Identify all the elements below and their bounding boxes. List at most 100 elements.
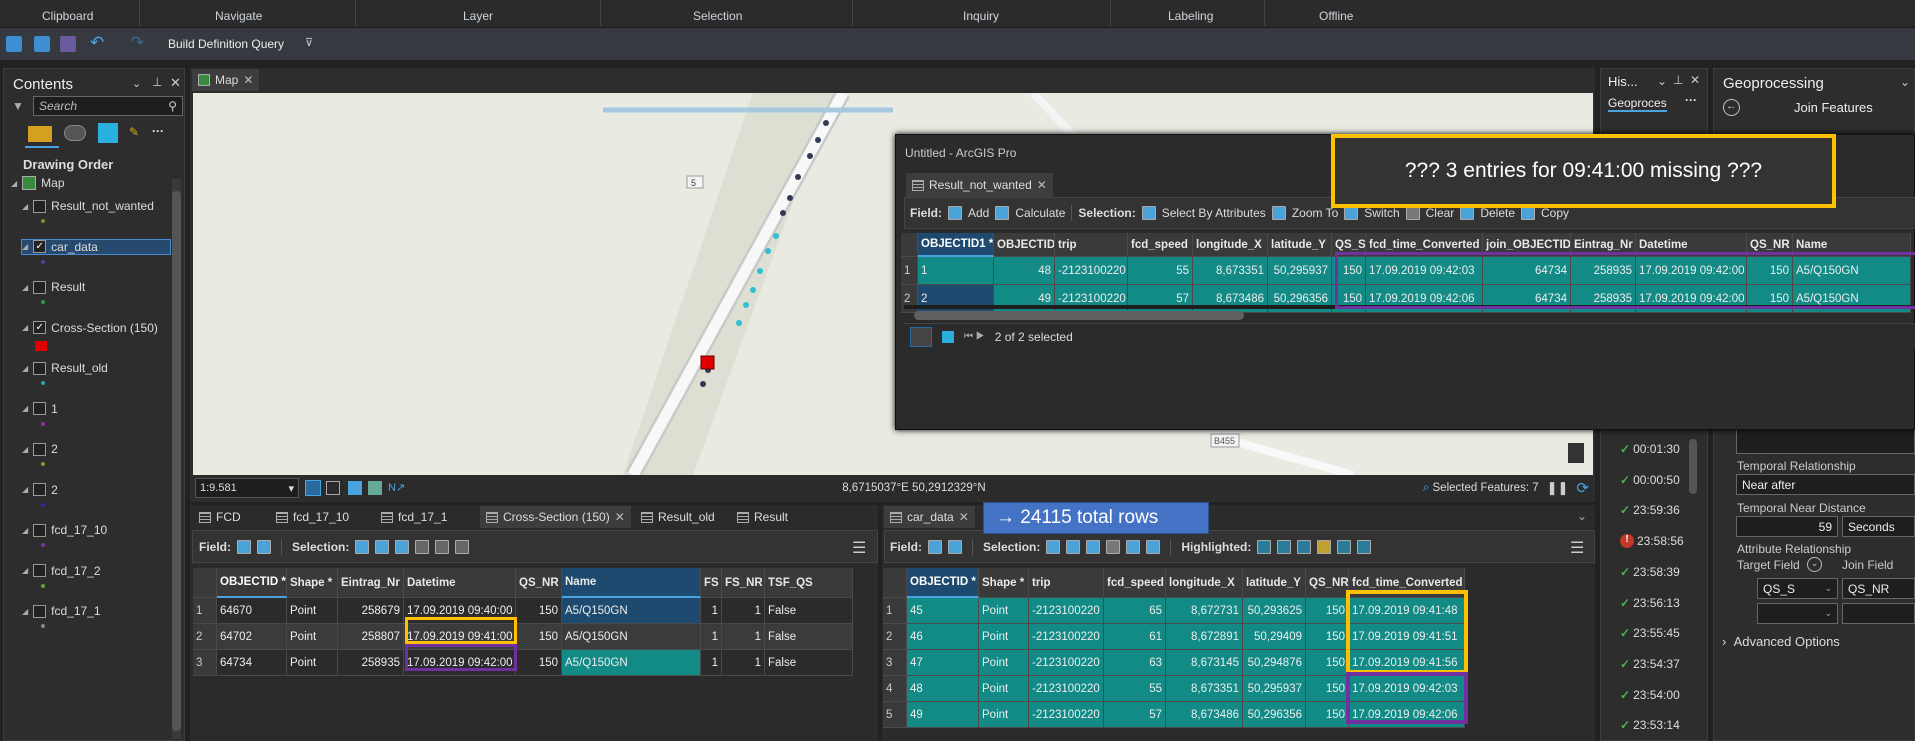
layer-visibility-checkbox[interactable] <box>33 564 47 577</box>
table-cell[interactable]: 1 <box>701 598 722 624</box>
chevron-down-icon[interactable]: ⌄ <box>1807 557 1822 572</box>
open-project-icon[interactable] <box>34 36 50 52</box>
undo-icon[interactable]: ↶ <box>90 33 104 53</box>
table-cell[interactable]: 64670 <box>217 598 287 624</box>
row-number[interactable]: 1 <box>193 598 217 624</box>
temporal-relationship-select[interactable]: Near after <box>1736 474 1915 495</box>
options-icon[interactable]: ⌄ <box>1900 75 1910 89</box>
table-cell[interactable]: 50,295937 <box>1268 257 1332 285</box>
history-entry[interactable]: ✓ 00:00:50 <box>1620 473 1680 487</box>
table-cell[interactable]: 55 <box>1104 676 1166 702</box>
correction-icon[interactable] <box>368 480 382 495</box>
expand-icon[interactable]: ◢ <box>11 179 17 188</box>
row-number[interactable]: 5 <box>883 702 907 728</box>
calculate-button[interactable]: Calculate <box>1015 206 1065 220</box>
unhighlight-icon[interactable] <box>1257 540 1272 554</box>
table-cell[interactable]: 1 <box>701 624 722 650</box>
table-cell[interactable]: 150 <box>1306 676 1349 702</box>
zoom-to-button[interactable]: Zoom To <box>1292 206 1338 220</box>
table-cell[interactable]: -2123100220 <box>1029 676 1104 702</box>
reselect-icon[interactable] <box>1277 540 1292 554</box>
table-cell[interactable]: False <box>765 624 853 650</box>
column-header[interactable]: trip <box>1029 568 1104 598</box>
column-header[interactable]: OBJECTID <box>994 233 1055 257</box>
table-cell[interactable]: 258679 <box>338 598 404 624</box>
layer-visibility-checkbox[interactable]: ✓ <box>33 321 47 334</box>
table-cell[interactable]: 64734 <box>217 650 287 676</box>
table-cell[interactable]: 50,296356 <box>1243 702 1306 728</box>
copy-button[interactable]: Copy <box>1541 206 1569 220</box>
history-entry[interactable]: ✓ 23:53:14 <box>1620 718 1680 732</box>
table-cell[interactable]: 150 <box>516 598 562 624</box>
horizontal-scrollbar[interactable] <box>914 311 1244 320</box>
table-cell[interactable]: False <box>765 650 853 676</box>
table-cell[interactable]: 150 <box>516 624 562 650</box>
clear-button[interactable]: Clear <box>1426 206 1455 220</box>
close-icon[interactable]: ✕ <box>1037 178 1047 192</box>
refresh-icon[interactable]: ⟳ <box>1576 479 1589 497</box>
history-entry[interactable]: ✓ 23:54:37 <box>1620 657 1680 671</box>
table-cell[interactable]: A5/Q150GN <box>562 598 701 624</box>
filter-icon[interactable]: ▼ <box>12 99 24 113</box>
table-cell[interactable]: 1 <box>722 650 765 676</box>
calculate-icon[interactable] <box>948 540 962 554</box>
table-cell[interactable]: -2123100220 <box>1029 650 1104 676</box>
expand-icon[interactable]: ◢ <box>22 283 28 292</box>
history-entry[interactable]: ✓ 23:54:00 <box>1620 688 1680 702</box>
table-row[interactable]: 2 64702 Point 258807 17.09.2019 09:41:00 150 A… <box>193 624 853 650</box>
table-cell[interactable]: 48 <box>907 676 979 702</box>
search-input[interactable]: Search ⚲ <box>33 96 183 116</box>
pin-icon[interactable]: ⊥ <box>1673 73 1683 87</box>
map-node[interactable]: ◢ Map <box>11 176 65 190</box>
expand-icon[interactable]: ◢ <box>22 566 28 575</box>
table-cell[interactable]: 50,294876 <box>1243 650 1306 676</box>
table-cell[interactable]: 8,673486 <box>1166 702 1243 728</box>
column-header[interactable]: Shape * <box>287 568 338 598</box>
delete-button[interactable]: Delete <box>1480 206 1515 220</box>
table-cell[interactable]: 8,673351 <box>1193 257 1268 285</box>
table-cell[interactable]: 50,29409 <box>1243 624 1306 650</box>
temporal-unit-select[interactable]: Seconds <box>1842 516 1915 537</box>
scale-select[interactable]: 1:9.581 ▾ <box>195 477 299 498</box>
copy-icon[interactable] <box>1146 540 1161 554</box>
tab-result-not-wanted[interactable]: Result_not_wanted ✕ <box>906 173 1053 197</box>
close-icon[interactable]: ✕ <box>170 75 181 91</box>
layer-item[interactable]: ◢ ✓ car_data <box>21 238 171 255</box>
column-header[interactable]: OBJECTID1 * <box>918 233 994 257</box>
table-cell[interactable]: Point <box>979 598 1029 624</box>
contents-scrollbar[interactable] <box>172 179 181 739</box>
switch-button[interactable]: Switch <box>1364 206 1399 220</box>
row-number[interactable]: 2 <box>883 624 907 650</box>
layer-item[interactable]: ◢ fcd_17_10 <box>22 523 107 537</box>
layer-visibility-checkbox[interactable] <box>33 361 47 375</box>
show-selected-records-icon[interactable] <box>942 330 954 343</box>
table-cell[interactable]: 57 <box>1104 702 1166 728</box>
table-cell[interactable]: 1 <box>918 257 994 285</box>
join-field-select-2[interactable] <box>1842 603 1915 624</box>
select-by-attributes-icon[interactable] <box>1046 540 1061 554</box>
table-cell[interactable]: Point <box>287 624 338 650</box>
expand-icon[interactable]: ◢ <box>22 404 28 413</box>
snapping-icon[interactable] <box>305 479 321 496</box>
table-cell[interactable]: 150 <box>1306 624 1349 650</box>
selected-features-count[interactable]: Selected Features: 7 <box>1433 482 1539 494</box>
table-cell[interactable]: Point <box>979 650 1029 676</box>
table-tab[interactable]: Result_old <box>635 506 721 528</box>
history-entry[interactable]: ! 23:58:56 <box>1620 534 1684 549</box>
list-by-editing-icon[interactable]: ✎ <box>129 125 139 139</box>
table-cell[interactable]: 55 <box>1128 257 1193 285</box>
table-cell[interactable]: 47 <box>907 650 979 676</box>
table-cell[interactable]: 8,673145 <box>1166 650 1243 676</box>
tab-list-icon[interactable]: ⌄ <box>1577 509 1587 523</box>
layer-item[interactable]: ◢ ✓ Cross-Section (150) <box>22 321 158 335</box>
table-cell[interactable]: 8,672891 <box>1166 624 1243 650</box>
expand-icon[interactable]: ◢ <box>22 364 28 373</box>
column-header[interactable]: FS <box>701 568 722 598</box>
column-header[interactable]: Datetime <box>404 568 516 598</box>
column-header[interactable]: latitude_Y <box>1268 233 1332 257</box>
history-entry[interactable]: ✓ 23:56:13 <box>1620 596 1680 610</box>
layer-item[interactable]: ◢ 2 <box>22 442 58 456</box>
column-header[interactable]: longitude_X <box>1193 233 1268 257</box>
zoom-to-highlighted-icon[interactable] <box>1297 540 1312 554</box>
column-header[interactable]: fcd_speed <box>1128 233 1193 257</box>
